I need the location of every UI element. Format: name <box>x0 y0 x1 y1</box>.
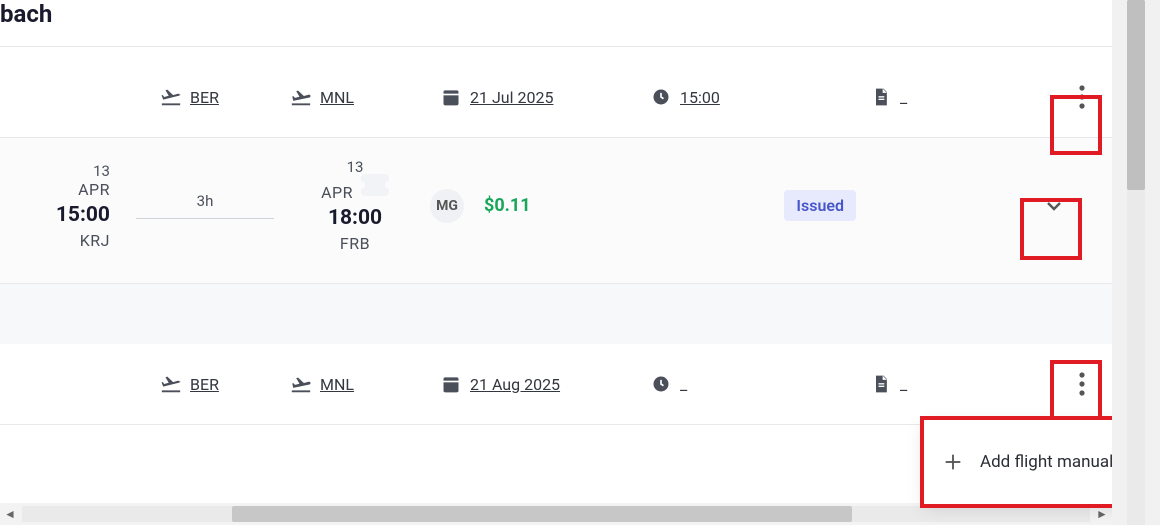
document-value: _ <box>900 88 907 107</box>
page-title-fragment: bach <box>0 0 1112 46</box>
document-icon <box>870 86 892 108</box>
plus-icon <box>940 449 966 475</box>
clock-icon <box>650 86 672 108</box>
departure-code: BER <box>190 88 219 107</box>
clock-icon <box>650 373 672 395</box>
flight-detail-row: 13 APR 15:00 KRJ 3h 13 APR 18:00 FRB MG … <box>0 138 1112 283</box>
duration-line <box>136 218 274 219</box>
arrival-code: MNL <box>320 375 354 394</box>
arrival-code: MNL <box>320 88 354 107</box>
scroll-left-button[interactable]: ◄ <box>0 504 20 524</box>
plane-takeoff-icon <box>160 373 182 395</box>
document-cell[interactable]: _ <box>870 86 930 108</box>
dep-day: 13 <box>0 162 110 180</box>
arrival-leg: 13 APR 18:00 FRB <box>300 158 410 253</box>
scroll-track[interactable] <box>22 506 1090 522</box>
row-actions-menu-button[interactable] <box>1064 79 1100 115</box>
arrival-cell[interactable]: MNL <box>290 373 390 395</box>
scroll-thumb[interactable] <box>232 506 852 522</box>
document-cell[interactable]: _ <box>870 373 930 395</box>
departure-cell[interactable]: BER <box>160 373 250 395</box>
time-cell[interactable]: _ <box>650 373 760 395</box>
carrier-badge: MG <box>430 189 464 223</box>
add-flight-manually-menu-item[interactable]: Add flight manually <box>924 420 1112 504</box>
scroll-thumb[interactable] <box>1127 0 1145 190</box>
date-value: 21 Aug 2025 <box>470 375 560 394</box>
departure-leg: 13 APR 15:00 KRJ <box>0 162 110 250</box>
status-badge: Issued <box>784 190 856 221</box>
spacer <box>0 47 1112 57</box>
duration-col: 3h <box>130 192 280 219</box>
time-value: 15:00 <box>680 88 720 107</box>
document-icon <box>870 373 892 395</box>
scroll-track[interactable] <box>1127 0 1145 525</box>
dep-airport-code: KRJ <box>0 231 110 250</box>
add-flight-label: Add flight manually <box>980 451 1112 474</box>
calendar-icon <box>440 373 462 395</box>
time-cell[interactable]: 15:00 <box>650 86 760 108</box>
plane-land-icon <box>290 373 312 395</box>
gap <box>0 284 1112 344</box>
arr-month: APR <box>321 183 353 202</box>
plane-takeoff-icon <box>160 86 182 108</box>
flight-summary-row[interactable]: BER MNL 21 Jul 2025 15:00 _ <box>0 57 1112 137</box>
arr-time: 18:00 <box>300 206 410 230</box>
scroll-right-button[interactable]: ► <box>1092 504 1112 524</box>
date-cell[interactable]: 21 Jul 2025 <box>440 86 600 108</box>
plane-land-icon <box>290 86 312 108</box>
duration-value: 3h <box>130 192 280 210</box>
time-value: _ <box>680 375 687 394</box>
price-value: $0.11 <box>484 195 531 216</box>
arr-airport-code: FRB <box>300 234 410 253</box>
arr-day: 13 <box>300 158 410 176</box>
row-actions-menu-button[interactable] <box>1064 366 1100 402</box>
arrival-cell[interactable]: MNL <box>290 86 390 108</box>
date-value: 21 Jul 2025 <box>470 88 553 107</box>
departure-code: BER <box>190 375 219 394</box>
expand-toggle-button[interactable] <box>1036 188 1072 224</box>
dep-time: 15:00 <box>0 203 110 227</box>
vertical-scrollbar[interactable] <box>1112 0 1160 525</box>
document-value: _ <box>900 375 907 394</box>
dep-month: APR <box>0 180 110 199</box>
date-cell[interactable]: 21 Aug 2025 <box>440 373 600 395</box>
departure-cell[interactable]: BER <box>160 86 250 108</box>
calendar-icon <box>440 86 462 108</box>
horizontal-scrollbar[interactable]: ◄ ► <box>0 503 1112 525</box>
ticket-icon <box>361 174 389 196</box>
flight-summary-row[interactable]: BER MNL 21 Aug 2025 _ _ <box>0 344 1112 424</box>
